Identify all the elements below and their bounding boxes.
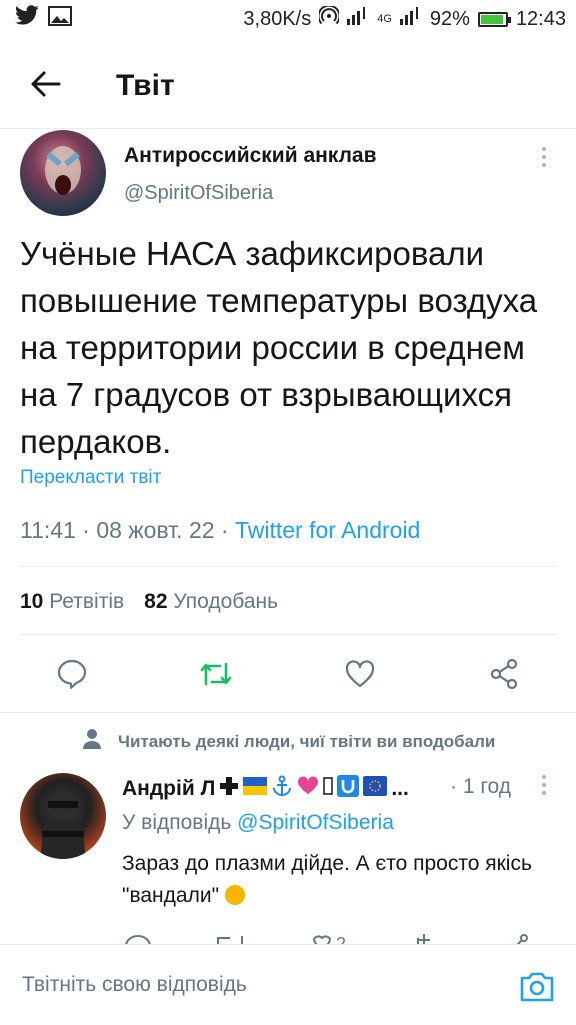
- page-title: Твіт: [116, 69, 175, 102]
- anchor-icon: [271, 775, 293, 803]
- ukraine-flag-icon: [243, 777, 268, 801]
- reply-button[interactable]: [54, 658, 90, 694]
- share-button[interactable]: [486, 658, 522, 694]
- tweet-actions: [0, 648, 576, 704]
- arrow-left-icon: [31, 71, 61, 102]
- share-icon: [488, 658, 520, 695]
- hotspot-icon: [317, 4, 341, 32]
- cross-emoji-icon: [219, 776, 239, 802]
- author-avatar[interactable]: [20, 130, 106, 216]
- reply-time: · 1 год: [450, 775, 512, 798]
- social-context-text: Читають деякі люди, чиї твіти ви вподоба…: [118, 731, 496, 751]
- tweet-more-icon[interactable]: [534, 142, 554, 172]
- tweet-stats: 10 Ретвітів 82 Уподобань: [20, 590, 278, 614]
- status-bar: 3,80K/s 4G 92% 12:43: [0, 0, 576, 38]
- comment-icon: [56, 658, 88, 695]
- retweet-button[interactable]: [198, 658, 234, 694]
- reply-author-name[interactable]: Андрій Л ...: [122, 775, 409, 803]
- divider: [20, 566, 557, 567]
- divider: [20, 634, 557, 635]
- back-button[interactable]: [0, 44, 92, 128]
- missing-glyph-icon: [323, 776, 334, 802]
- signal-icon-2: [399, 7, 422, 31]
- network-type: 4G: [377, 13, 392, 25]
- battery-icon: [477, 11, 511, 27]
- tweet-text: Учёные НАСА зафиксировали повышение темп…: [20, 235, 538, 460]
- meta-separator: ·: [220, 517, 229, 543]
- network-speed: 3,80K/s: [243, 7, 312, 30]
- image-icon: [48, 6, 72, 32]
- twitter-icon: [14, 5, 40, 33]
- retweet-icon: [198, 658, 234, 695]
- signal-icon: [347, 7, 369, 31]
- laughing-emoji-icon: [224, 885, 245, 905]
- divider: [0, 712, 576, 713]
- person-icon: [82, 728, 102, 755]
- like-button[interactable]: [342, 658, 378, 694]
- tweet-date: 08 жовт. 22: [96, 517, 215, 543]
- author-handle[interactable]: @SpiritOfSiberia: [124, 182, 273, 205]
- pink-heart-icon: [297, 776, 319, 802]
- reply-text: Зараз до плазми дійде. А єто просто якіс…: [122, 852, 532, 907]
- social-context: Читають деякі люди, чиї твіти ви вподоба…: [82, 728, 495, 755]
- reply-more-icon[interactable]: [534, 770, 554, 800]
- heart-icon: [344, 659, 376, 694]
- tweet-source[interactable]: Twitter for Android: [235, 517, 420, 543]
- retweets-stat[interactable]: 10 Ретвітів: [20, 590, 124, 614]
- camera-icon: [518, 972, 556, 1009]
- reply-author-avatar[interactable]: [20, 773, 106, 859]
- author-name[interactable]: Антироссийский анклав: [124, 144, 377, 168]
- translate-link[interactable]: Перекласти твіт: [20, 467, 161, 489]
- eu-flag-icon: [363, 776, 388, 802]
- top-bar: Твіт: [0, 44, 576, 129]
- tweet-time: 11:41: [20, 517, 76, 543]
- battery-percent: 92%: [429, 7, 470, 30]
- tweet-meta: 11:41 · 08 жовт. 22 · Twitter for Androi…: [20, 517, 420, 544]
- clock: 12:43: [515, 7, 566, 30]
- reply-mention[interactable]: @SpiritOfSiberia: [237, 811, 394, 834]
- reply-compose-bar[interactable]: Твітніть свою відповідь: [0, 944, 576, 1025]
- reply-to: У відповідь @SpiritOfSiberia: [122, 811, 394, 834]
- compose-placeholder[interactable]: Твітніть свою відповідь: [22, 973, 247, 997]
- meta-separator: ·: [82, 517, 90, 543]
- u-letter-icon: [337, 775, 360, 803]
- camera-button[interactable]: [518, 967, 556, 1005]
- likes-stat[interactable]: 82 Уподобань: [144, 590, 278, 614]
